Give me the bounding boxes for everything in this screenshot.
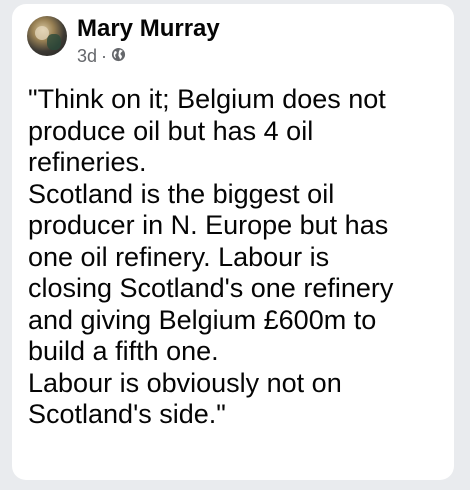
post-body-line: refineries.	[28, 147, 147, 177]
post-subline: 3d ·	[77, 47, 220, 65]
post-card: Mary Murray 3d · "Think on it; Belgium d…	[12, 4, 454, 480]
post-timestamp[interactable]: 3d	[77, 47, 97, 65]
avatar[interactable]	[27, 16, 67, 56]
post-body-line: producer in N. Europe but has	[28, 210, 389, 240]
post-body-line: one oil refinery. Labour is	[28, 241, 330, 272]
globe-icon[interactable]	[111, 47, 126, 65]
post-meta: Mary Murray 3d ·	[77, 14, 220, 66]
post-body-line: Scotland is the biggest oil	[28, 178, 335, 209]
separator-dot: ·	[101, 46, 108, 66]
post-body-line: closing Scotland's one refinery	[28, 273, 394, 303]
post-body-line: produce oil but has 4 oil	[28, 115, 314, 146]
post-body-line: Labour is obviously not on	[28, 367, 342, 398]
author-name[interactable]: Mary Murray	[77, 17, 220, 41]
post-body-line: build a fifth one.	[28, 336, 219, 366]
post-body-line: Scotland's side."	[28, 399, 226, 429]
post-body-line: "Think on it; Belgium does not	[28, 84, 386, 114]
post-header: Mary Murray 3d ·	[27, 14, 220, 65]
post-body-line: and giving Belgium £600m to	[28, 304, 377, 335]
post-body: "Think on it; Belgium does not produce o…	[28, 84, 448, 431]
